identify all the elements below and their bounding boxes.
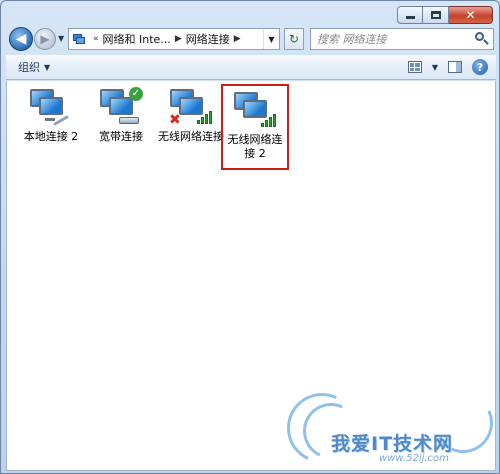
address-dropdown-button[interactable]: ▼ (263, 29, 279, 49)
command-bar: 组织 ▼ ▼ ? (6, 55, 496, 80)
view-options-dropdown[interactable]: ▼ (432, 63, 438, 72)
checkmark-icon: ✓ (129, 87, 143, 101)
refresh-button[interactable]: ↻ (284, 28, 304, 50)
connection-item-wireless[interactable]: ✖ 无线网络连接 (157, 87, 225, 144)
caption-buttons: ✕ (397, 6, 493, 24)
breadcrumb-separator-icon[interactable]: ▶ (234, 34, 241, 44)
signal-bars-icon (197, 111, 212, 124)
minimize-icon (405, 16, 415, 19)
preview-pane-icon[interactable] (448, 61, 462, 73)
close-button[interactable]: ✕ (449, 6, 493, 24)
chevron-down-icon: ▼ (44, 62, 51, 72)
minimize-button[interactable] (397, 6, 423, 24)
arrow-right-icon: ▶ (40, 32, 50, 46)
maximize-icon (430, 11, 441, 19)
wireless-connection-icon (231, 90, 279, 130)
connection-item-local-area-2[interactable]: 本地连接 2 (17, 87, 85, 144)
signal-bars-icon (261, 114, 276, 127)
toolbar-right: ▼ ? (407, 59, 488, 75)
navigation-bar: ◀ ▶ ▼ « 网络和 Inte... ▶ 网络连接 ▶ ▼ ↻ 搜索 网络连接 (6, 26, 496, 52)
arrow-left-icon: ◀ (15, 31, 27, 47)
connections-list: 本地连接 2 ✓ 宽带连接 ✖ 无线网络连接 无线网络连接 2 (6, 81, 496, 471)
network-folder-icon (72, 32, 86, 46)
overflow-chevron-icon[interactable]: « (93, 34, 99, 44)
broadband-connection-icon: ✓ (97, 87, 145, 127)
breadcrumb-separator-icon[interactable]: ▶ (175, 34, 182, 44)
search-icon[interactable] (471, 29, 493, 49)
wireless-connection-icon: ✖ (167, 87, 215, 127)
lan-connection-icon (27, 87, 75, 127)
recent-pages-dropdown[interactable]: ▼ (58, 34, 64, 43)
back-button[interactable]: ◀ (9, 27, 33, 51)
forward-button[interactable]: ▶ (34, 28, 56, 50)
connection-item-wireless-2[interactable]: 无线网络连接 2 (221, 84, 289, 170)
search-placeholder: 搜索 网络连接 (317, 33, 387, 46)
breadcrumb-network-connections[interactable]: 网络连接 (186, 31, 230, 47)
disconnected-x-icon: ✖ (169, 112, 181, 128)
close-icon: ✕ (465, 8, 476, 22)
connection-label: 无线网络连接 2 (227, 133, 283, 160)
explorer-window: ✕ ◀ ▶ ▼ « 网络和 Inte... ▶ 网络连接 ▶ ▼ ↻ 搜索 网络… (0, 0, 500, 474)
change-view-icon[interactable] (407, 61, 422, 73)
address-bar[interactable]: « 网络和 Inte... ▶ 网络连接 ▶ ▼ (68, 28, 280, 50)
organize-label: 组织 (18, 61, 40, 74)
connection-label: 无线网络连接 (158, 130, 224, 143)
connection-label: 本地连接 2 (23, 130, 79, 143)
refresh-icon: ↻ (288, 32, 300, 46)
connection-label: 宽带连接 (99, 130, 143, 143)
search-input[interactable]: 搜索 网络连接 (310, 28, 494, 50)
help-icon[interactable]: ? (472, 59, 488, 75)
organize-menu-button[interactable]: 组织 ▼ (18, 59, 50, 75)
connection-item-broadband[interactable]: ✓ 宽带连接 (87, 87, 155, 144)
breadcrumb-network-internet[interactable]: 网络和 Inte... (103, 31, 171, 47)
help-glyph: ? (476, 60, 484, 74)
maximize-button[interactable] (423, 6, 449, 24)
